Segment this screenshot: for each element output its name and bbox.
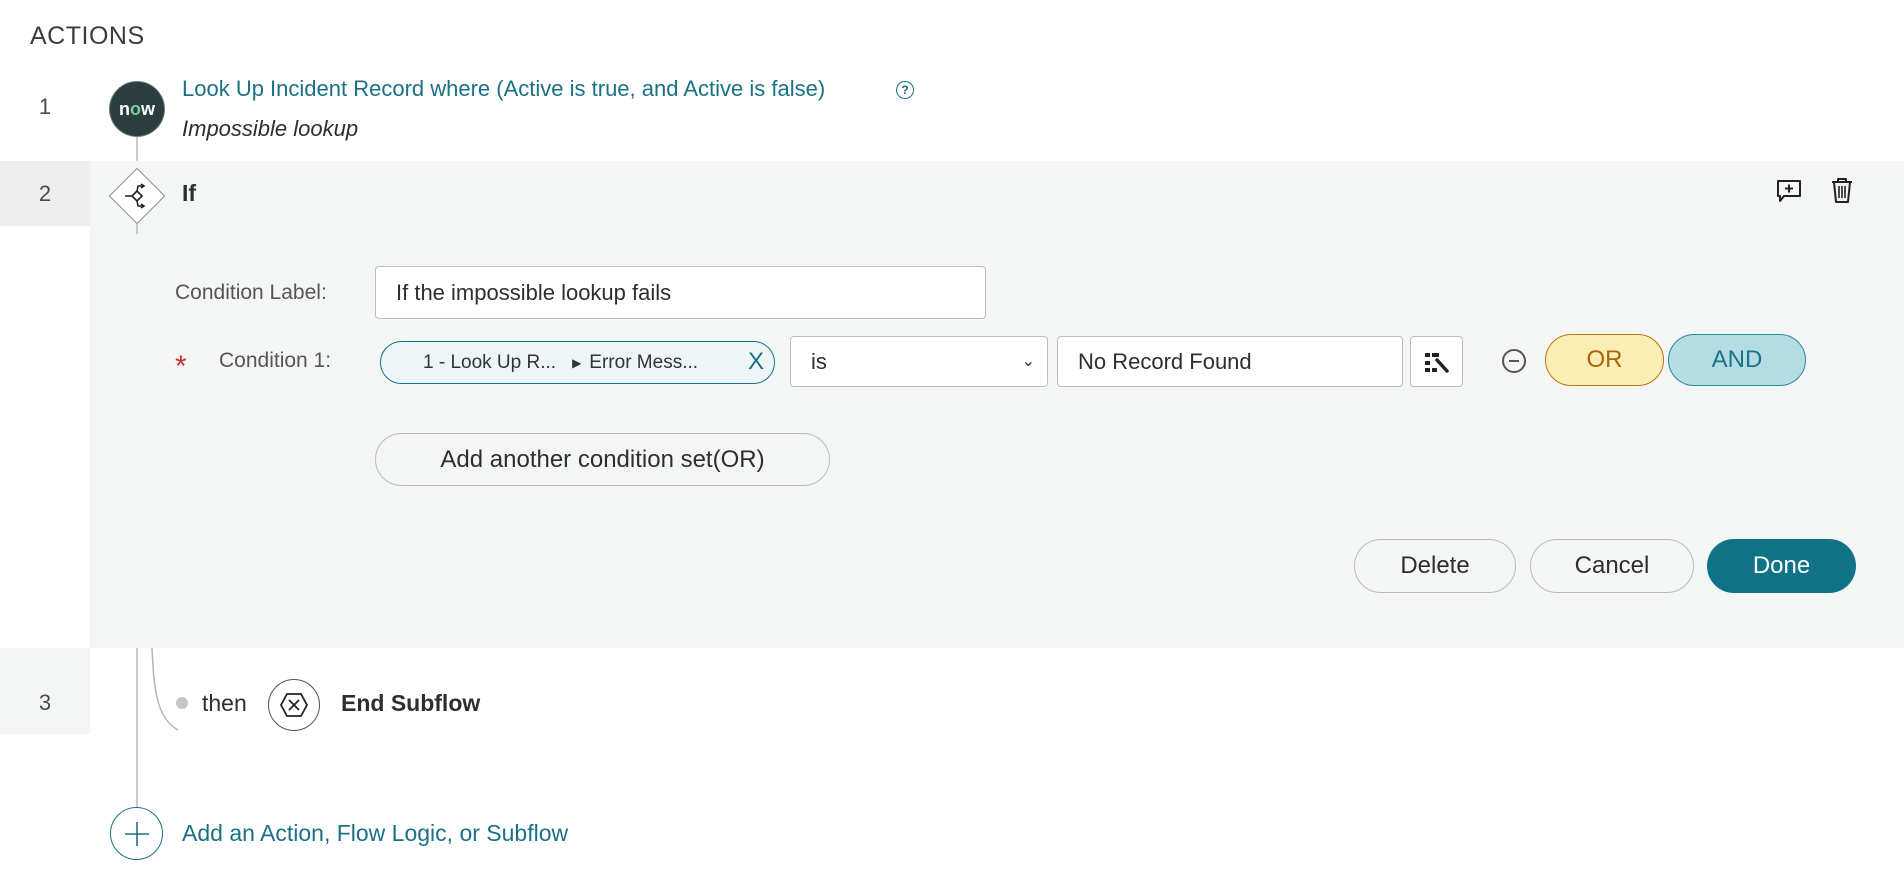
or-button[interactable]: OR bbox=[1545, 334, 1664, 386]
operator-value: is bbox=[811, 348, 827, 374]
operator-select[interactable]: is ⌄ bbox=[790, 336, 1048, 387]
step-1-title-link[interactable]: Look Up Incident Record where (Active is… bbox=[182, 76, 825, 102]
timeline-connector bbox=[136, 648, 138, 808]
now-icon-w: w bbox=[140, 98, 155, 119]
now-icon-n: n bbox=[118, 98, 130, 119]
help-icon[interactable]: ? bbox=[896, 81, 914, 99]
close-icon[interactable]: X bbox=[748, 350, 764, 374]
remove-condition-icon[interactable] bbox=[1502, 349, 1526, 373]
data-pill-picker-button[interactable] bbox=[1410, 336, 1463, 387]
actions-heading: ACTIONS bbox=[30, 22, 145, 50]
step-1-annotation: Impossible lookup bbox=[182, 116, 359, 141]
add-action-link[interactable]: Add an Action, Flow Logic, or Subflow bbox=[182, 820, 568, 847]
step-number-3: 3 bbox=[38, 690, 52, 715]
branch-dot bbox=[176, 697, 188, 709]
and-button[interactable]: AND bbox=[1668, 334, 1806, 386]
branch-curve bbox=[151, 648, 179, 731]
condition-label-label: Condition Label: bbox=[175, 281, 327, 304]
required-marker: * bbox=[175, 350, 187, 383]
hexagon-x-glyph bbox=[280, 693, 308, 717]
plus-icon bbox=[125, 822, 149, 846]
condition-value-input[interactable]: No Record Found bbox=[1057, 336, 1403, 387]
data-pill-picker-icon bbox=[1425, 353, 1449, 373]
end-subflow-icon bbox=[268, 679, 320, 731]
data-pill-step: 1 - Look Up R... bbox=[423, 351, 557, 373]
servicenow-now-icon: now bbox=[110, 82, 164, 136]
data-pill[interactable]: 1 - Look Up R... ▶ Error Mess... X bbox=[380, 341, 775, 384]
data-pill-field: Error Mess... bbox=[589, 351, 699, 373]
add-action-button[interactable] bbox=[110, 807, 163, 860]
add-comment-icon[interactable] bbox=[1775, 177, 1803, 205]
condition-label-input[interactable]: If the impossible lookup fails bbox=[375, 266, 986, 319]
done-button[interactable]: Done bbox=[1707, 539, 1856, 593]
caret-right-icon: ▶ bbox=[572, 355, 582, 370]
if-step-title: If bbox=[182, 180, 197, 206]
add-condition-set-button[interactable]: Add another condition set(OR) bbox=[375, 433, 830, 486]
step-number-1: 1 bbox=[38, 94, 52, 119]
chevron-down-icon: ⌄ bbox=[1021, 353, 1035, 370]
if-branch-icon bbox=[125, 183, 146, 209]
now-icon-o: o bbox=[129, 98, 141, 119]
end-subflow-title: End Subflow bbox=[341, 690, 481, 716]
then-label: then bbox=[202, 690, 247, 716]
trash-icon[interactable] bbox=[1828, 176, 1856, 204]
delete-button[interactable]: Delete bbox=[1354, 539, 1516, 593]
cancel-button[interactable]: Cancel bbox=[1530, 539, 1694, 593]
condition-1-label: Condition 1: bbox=[219, 349, 332, 372]
step-number-2: 2 bbox=[38, 181, 52, 206]
